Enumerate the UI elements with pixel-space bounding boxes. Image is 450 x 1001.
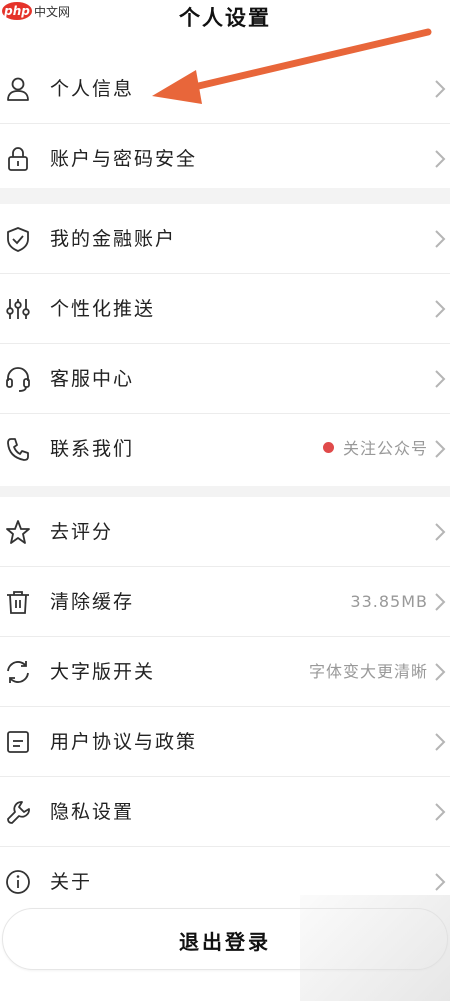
phone-icon xyxy=(4,435,32,463)
section-separator xyxy=(0,188,450,204)
document-icon xyxy=(4,728,32,756)
settings-group-2: 我的金融账户 个性化推送 客服中心 联系我们 关注公众号 xyxy=(0,204,450,486)
row-label: 清除缓存 xyxy=(50,591,135,613)
chevron-right-icon xyxy=(434,662,446,682)
page-title: 个人设置 xyxy=(179,6,271,30)
notification-dot xyxy=(322,442,334,453)
star-icon xyxy=(4,518,32,546)
row-user-agreement[interactable]: 用户协议与政策 xyxy=(0,707,450,777)
row-privacy-settings[interactable]: 隐私设置 xyxy=(0,777,450,847)
row-label: 联系我们 xyxy=(50,438,135,460)
settings-group-3: 去评分 清除缓存 33.85MB 大字版开关 字体变大更清晰 用户协议与政策 隐… xyxy=(0,497,450,908)
info-icon xyxy=(4,868,32,896)
row-label: 用户协议与政策 xyxy=(50,731,198,753)
row-financial-account[interactable]: 我的金融账户 xyxy=(0,204,450,274)
wrench-icon xyxy=(4,798,32,826)
row-label: 我的金融账户 xyxy=(50,228,177,250)
sliders-icon xyxy=(4,295,32,323)
chevron-right-icon xyxy=(434,802,446,822)
chevron-right-icon xyxy=(434,149,446,169)
row-account-security[interactable]: 账户与密码安全 xyxy=(0,124,450,194)
chevron-right-icon xyxy=(434,79,446,99)
row-label: 关于 xyxy=(50,871,93,893)
row-label: 大字版开关 xyxy=(50,661,156,683)
refresh-icon xyxy=(4,658,32,686)
row-rate[interactable]: 去评分 xyxy=(0,497,450,567)
row-label: 隐私设置 xyxy=(50,801,135,823)
lock-icon xyxy=(4,145,32,173)
row-personalized-push[interactable]: 个性化推送 xyxy=(0,274,450,344)
chevron-right-icon xyxy=(434,732,446,752)
row-customer-service[interactable]: 客服中心 xyxy=(0,344,450,414)
cache-size: 33.85MB xyxy=(350,592,428,611)
row-clear-cache[interactable]: 清除缓存 33.85MB xyxy=(0,567,450,637)
chevron-right-icon xyxy=(434,522,446,542)
settings-group-1: 个人信息 账户与密码安全 xyxy=(0,54,450,195)
chevron-right-icon xyxy=(434,439,446,459)
chevron-right-icon xyxy=(434,369,446,389)
row-label: 客服中心 xyxy=(50,368,135,390)
row-contact-us[interactable]: 联系我们 关注公众号 xyxy=(0,414,450,484)
row-personal-info[interactable]: 个人信息 xyxy=(0,54,450,124)
person-icon xyxy=(4,75,32,103)
row-large-font-toggle[interactable]: 大字版开关 字体变大更清晰 xyxy=(0,637,450,707)
row-label: 个性化推送 xyxy=(50,298,156,320)
trash-icon xyxy=(4,588,32,616)
chevron-right-icon xyxy=(434,592,446,612)
headset-icon xyxy=(4,365,32,393)
row-label: 账户与密码安全 xyxy=(50,148,198,170)
shield-icon xyxy=(4,225,32,253)
row-label: 去评分 xyxy=(50,521,114,543)
header: php 中文网 个人设置 xyxy=(0,0,450,44)
row-extra: 关注公众号 xyxy=(322,438,428,460)
chevron-right-icon xyxy=(434,299,446,319)
chevron-right-icon xyxy=(434,229,446,249)
follow-account-text: 关注公众号 xyxy=(342,439,428,458)
large-font-hint: 字体变大更清晰 xyxy=(308,662,428,681)
chevron-right-icon xyxy=(434,872,446,892)
blurred-overlay xyxy=(300,895,450,1001)
row-label: 个人信息 xyxy=(50,78,135,100)
